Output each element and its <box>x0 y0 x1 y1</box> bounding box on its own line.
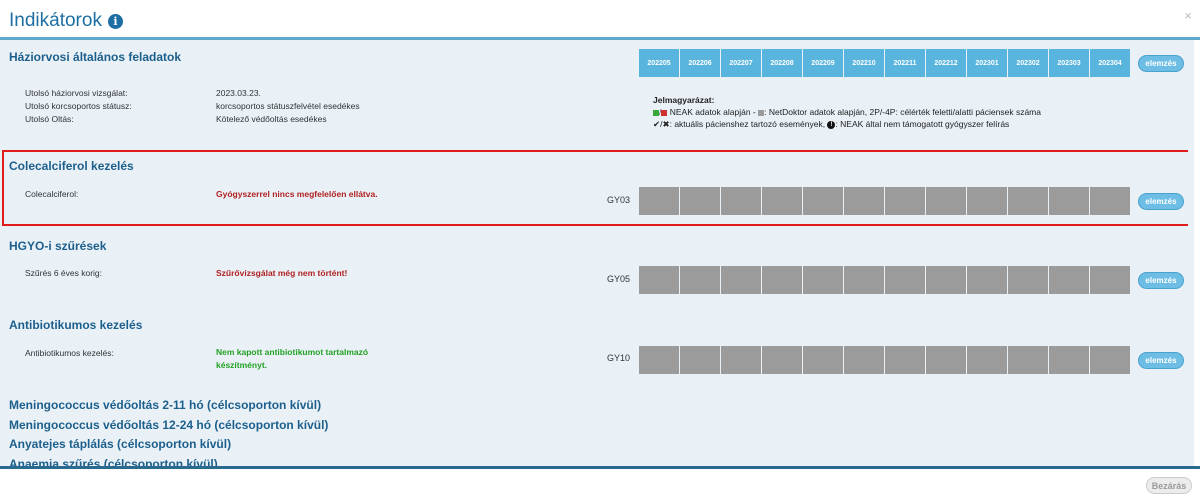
legend-line-1: / NEAK adatok alapján - : NetDoktor adat… <box>653 106 1041 118</box>
indicator-code: GY10 <box>607 353 631 363</box>
elemzes-button-general[interactable]: elemzés <box>1138 55 1184 72</box>
row-label: Antibiotikumos kezelés: <box>25 348 114 358</box>
month-header: 202206 <box>680 49 720 77</box>
row-label: Utolsó Oltás: <box>25 114 74 124</box>
grid-cell <box>803 266 843 294</box>
grid-cell <box>680 346 720 374</box>
month-header: 202301 <box>967 49 1007 77</box>
grid-cell <box>639 266 679 294</box>
grid-cell <box>1008 346 1048 374</box>
indicators-modal: Indikátorok i × Háziorvosi általános fel… <box>0 0 1200 496</box>
month-header-row: 202205 202206 202207 202208 202209 20221… <box>639 49 1131 77</box>
grid-cell <box>926 346 966 374</box>
grid-cell <box>1008 266 1048 294</box>
month-header: 202209 <box>803 49 843 77</box>
month-header: 202211 <box>885 49 925 77</box>
section-link-meningococcus-12-24[interactable]: Meningococcus védőoltás 12-24 hó (célcso… <box>9 418 328 432</box>
section-title-general: Háziorvosi általános feladatok <box>9 50 182 64</box>
grid-cell <box>639 346 679 374</box>
indicator-code: GY05 <box>607 274 631 284</box>
status-text: Szűrővizsgálat még nem történt! <box>216 268 348 278</box>
legend-text: ✔/✖: aktuális pácienshez tartozó esemény… <box>653 119 826 129</box>
grid-cell <box>803 346 843 374</box>
status-line: Nem kapott antibiotikumot tartalmazó <box>216 347 369 357</box>
grid-cell <box>721 266 761 294</box>
elemzes-button-hgyo[interactable]: elemzés <box>1138 272 1184 289</box>
grid-cell <box>762 346 802 374</box>
grid-cell <box>885 346 925 374</box>
indicator-grid <box>639 346 1131 374</box>
month-header: 202303 <box>1049 49 1089 77</box>
grid-cell <box>844 266 884 294</box>
grid-cell <box>967 266 1007 294</box>
grid-cell <box>885 266 925 294</box>
status-line: készítményt. <box>216 360 268 370</box>
row-value: Kötelező védőoltás esedékes <box>216 114 327 124</box>
legend-title: Jelmagyarázat: <box>653 95 715 105</box>
modal-title: Indikátorok i <box>9 10 123 32</box>
month-header: 202207 <box>721 49 761 77</box>
legend-text: : NetDoktor adatok alapján, 2P/-4P: célé… <box>764 107 1041 117</box>
legend: Jelmagyarázat: / NEAK adatok alapján - :… <box>653 94 1041 130</box>
month-header: 202302 <box>1008 49 1048 77</box>
grid-cell <box>1049 346 1089 374</box>
legend-text: NEAK adatok alapján - <box>669 107 756 117</box>
legend-text: : NEAK által nem támogatott gyógyszer fe… <box>835 119 1010 129</box>
grid-cell <box>844 346 884 374</box>
section-link-meningococcus-2-11[interactable]: Meningococcus védőoltás 2-11 hó (célcsop… <box>9 398 321 412</box>
grid-cell <box>680 266 720 294</box>
month-header: 202205 <box>639 49 679 77</box>
row-label: Utolsó háziorvosi vizsgálat: <box>25 88 128 98</box>
red-swatch-icon <box>661 109 668 116</box>
section-link-breastfeeding[interactable]: Anyatejes táplálás (célcsoporton kívül) <box>9 437 231 451</box>
month-header: 202208 <box>762 49 802 77</box>
legend-line-2: ✔/✖: aktuális pácienshez tartozó esemény… <box>653 118 1041 130</box>
month-header: 202304 <box>1090 49 1130 77</box>
grid-cell <box>1090 346 1130 374</box>
grid-cell <box>926 266 966 294</box>
section-title-hgyo: HGYO-i szűrések <box>9 239 107 253</box>
section-title-antibiotic: Antibiotikumos kezelés <box>9 318 143 332</box>
elemzes-button-antibiotic[interactable]: elemzés <box>1138 352 1184 369</box>
row-value: 2023.03.23. <box>216 88 261 98</box>
row-label: Szűrés 6 éves korig: <box>25 268 103 278</box>
grid-cell <box>967 346 1007 374</box>
highlight-box <box>2 150 1188 226</box>
row-value: korcsoportos státuszfelvétel esedékes <box>216 101 360 111</box>
close-button[interactable]: Bezárás <box>1146 477 1192 494</box>
grid-cell <box>721 346 761 374</box>
indicator-grid <box>639 266 1131 294</box>
month-header: 202210 <box>844 49 884 77</box>
modal-footer: Bezárás <box>0 469 1200 496</box>
modal-header: Indikátorok i × <box>0 0 1200 40</box>
grid-cell <box>1049 266 1089 294</box>
grid-cell <box>1090 266 1130 294</box>
grid-cell <box>762 266 802 294</box>
month-header: 202212 <box>926 49 966 77</box>
section-link-anaemia[interactable]: Anaemia szűrés (célcsoporton kívül) <box>9 457 218 466</box>
modal-body[interactable]: Háziorvosi általános feladatok 202205 20… <box>0 40 1194 466</box>
row-label: Utolsó korcsoportos státusz: <box>25 101 132 111</box>
status-text: Nem kapott antibiotikumot tartalmazó kés… <box>216 346 368 372</box>
info-icon[interactable]: i <box>107 13 123 29</box>
close-icon[interactable]: × <box>1184 8 1192 23</box>
modal-title-text: Indikátorok <box>9 10 102 31</box>
